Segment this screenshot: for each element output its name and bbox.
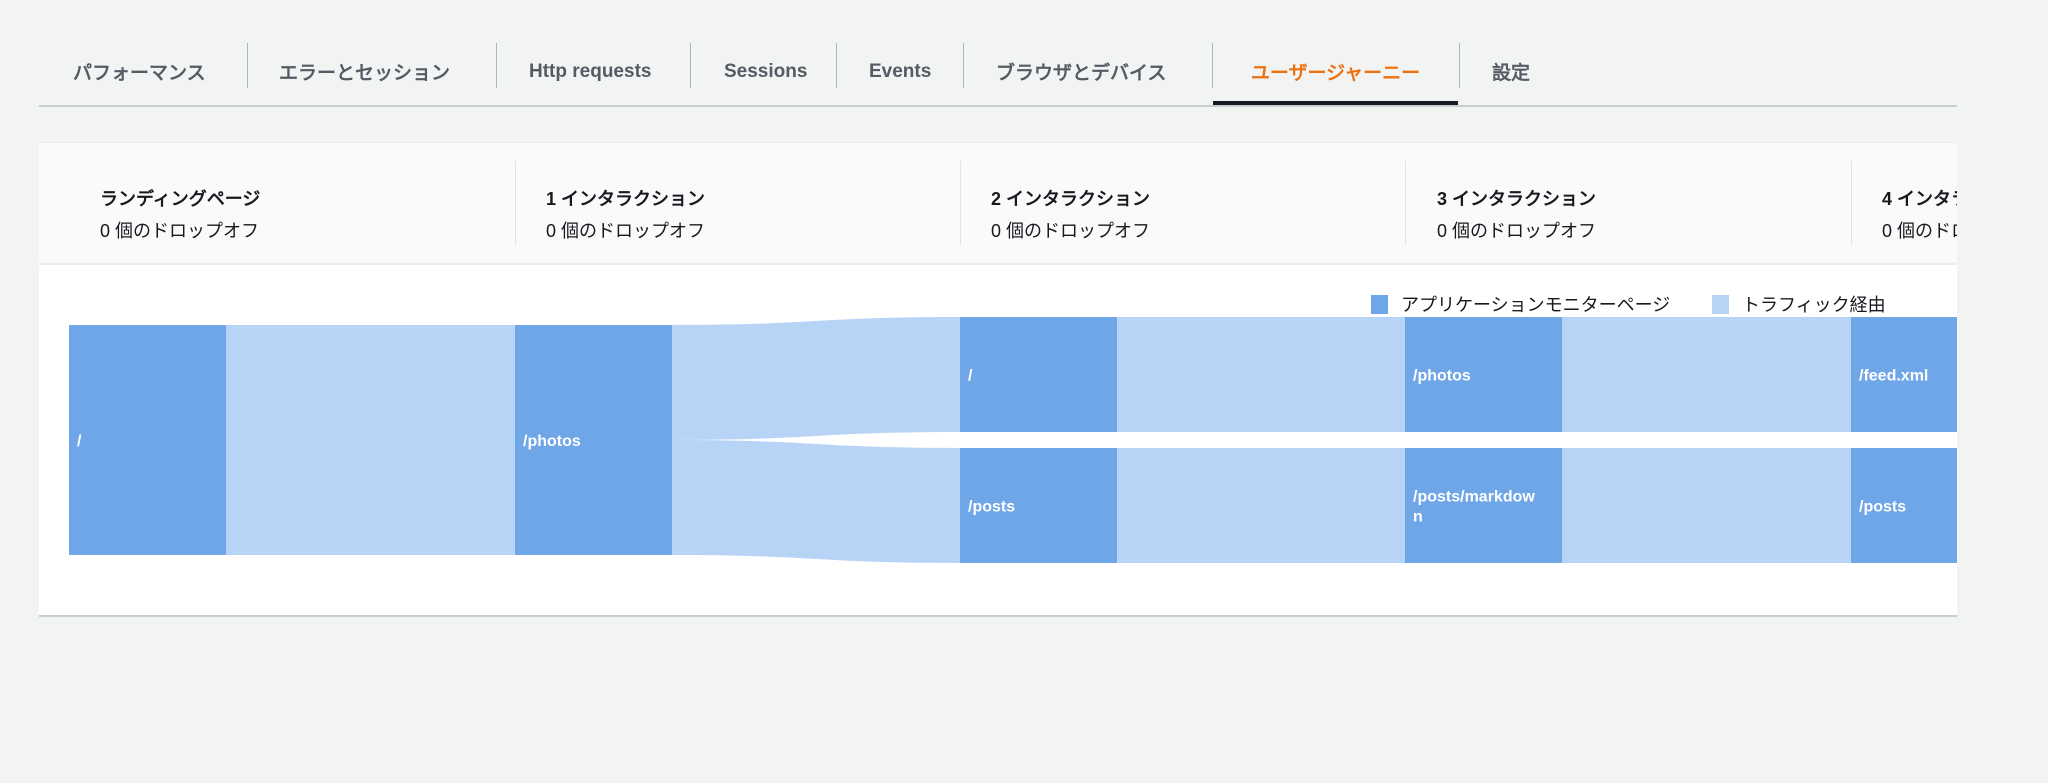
tab-label: Events: [869, 60, 932, 82]
tab-divider: [247, 43, 248, 88]
tab-sessions[interactable]: Sessions: [724, 40, 807, 103]
journey-node-label: /photos: [1413, 368, 1471, 385]
journey-node-label: /posts/markdow: [1413, 489, 1535, 506]
journey-node[interactable]: [1405, 448, 1562, 563]
journey-sankey: / /photos / /posts/photos/posts/markdow n/fe…: [69, 317, 1957, 563]
journey-link: [672, 317, 960, 440]
user-journey-panel: ランディングページ 0 個のドロップオフ 1 インタラクション 0 個のドロップオフ…: [39, 142, 1957, 617]
tab-divider: [1459, 43, 1460, 88]
tab-label: Http requests: [529, 60, 652, 82]
tab-divider: [690, 43, 691, 88]
tab-performance[interactable]: パフォーマンス: [73, 40, 206, 103]
journey-node-label: n: [1413, 509, 1423, 526]
tab-user-journey[interactable]: ユーザージャーニー: [1213, 40, 1458, 105]
journey-node-label: /posts: [968, 499, 1015, 516]
journey-node[interactable]: [960, 317, 1117, 432]
tab-settings[interactable]: 設定: [1492, 40, 1530, 103]
tab-label: エラーとセッション: [279, 63, 451, 84]
journey-node-label: /posts: [1859, 499, 1906, 516]
tab-label: ブラウザとデバイス: [996, 63, 1167, 84]
tab-label: ユーザージャーニー: [1250, 63, 1421, 84]
journey-link: [1562, 448, 1851, 563]
journey-node-label: /: [77, 433, 82, 450]
tab-label: 設定: [1492, 63, 1531, 84]
journey-link: [1117, 317, 1405, 432]
tab-divider: [836, 43, 837, 88]
journey-node-label: /feed.xml: [1859, 368, 1928, 385]
tab-label: Sessions: [724, 60, 808, 82]
journey-node[interactable]: [69, 325, 226, 555]
journey-node-label: /photos: [523, 433, 581, 450]
tab-http-requests[interactable]: Http requests: [529, 40, 651, 103]
journey-node-label: /: [968, 368, 973, 385]
tab-label: パフォーマンス: [73, 63, 206, 84]
tab-bar: パフォーマンス エラーとセッション Http requests Sessions…: [39, 40, 1957, 107]
tab-divider: [496, 43, 497, 88]
journey-link: [1562, 317, 1851, 432]
tab-browsers-devices[interactable]: ブラウザとデバイス: [996, 40, 1166, 103]
journey-link: [672, 440, 960, 563]
tab-divider: [963, 43, 964, 88]
journey-link: [1117, 448, 1405, 563]
tab-errors-sessions[interactable]: エラーとセッション: [279, 40, 450, 103]
tab-events[interactable]: Events: [869, 40, 931, 103]
journey-link: [226, 325, 515, 555]
